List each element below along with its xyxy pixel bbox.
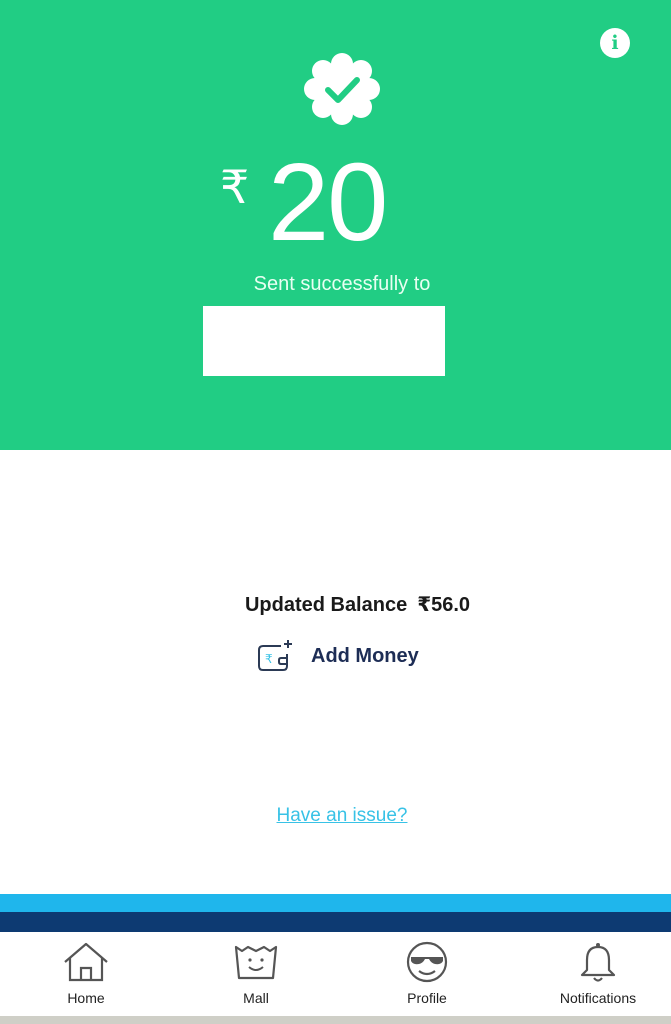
status-text: Sent successfully to [253,273,431,295]
bell-icon [580,943,616,982]
nav-item-mall[interactable]: Mall [196,940,316,1016]
payment-amount: ₹ 20 [0,148,671,258]
wallet-rupee-plus-icon: ₹ [258,640,292,671]
svg-text:₹: ₹ [265,652,273,666]
nav-item-home[interactable]: Home [26,940,146,1016]
profile-face-icon [406,941,448,983]
currency-symbol: ₹ [220,160,250,214]
bottom-nav: Home Mall Profile Notifications [0,932,671,1016]
verified-check-icon [304,53,380,125]
info-button[interactable]: i [600,28,630,58]
nav-label-mall: Mall [243,990,269,1006]
info-icon: i [611,31,619,54]
payment-success-header: i ₹ 20 Sent successfully to [0,0,671,450]
balance-label: Updated Balance [244,594,408,616]
amount-value: 20 [268,141,388,264]
add-money-button[interactable]: ₹ Add Money [255,636,419,676]
nav-label-profile: Profile [407,990,447,1006]
screen-bottom-edge [0,1016,671,1024]
have-an-issue-link[interactable]: Have an issue? [0,805,671,827]
recipient-redacted [203,306,445,376]
footer-stripe-light [0,894,671,912]
updated-balance: Updated Balance ₹56.0 [0,592,671,617]
balance-value: ₹56.0 [417,594,471,616]
home-icon [64,942,108,982]
nav-label-home: Home [67,990,105,1006]
add-money-label: Add Money [311,644,419,667]
nav-item-notifications[interactable]: Notifications [538,940,658,1016]
nav-item-profile[interactable]: Profile [367,940,487,1016]
nav-label-notifications: Notifications [559,990,637,1006]
footer-stripe-dark [0,912,671,932]
mall-bag-icon [234,945,278,980]
